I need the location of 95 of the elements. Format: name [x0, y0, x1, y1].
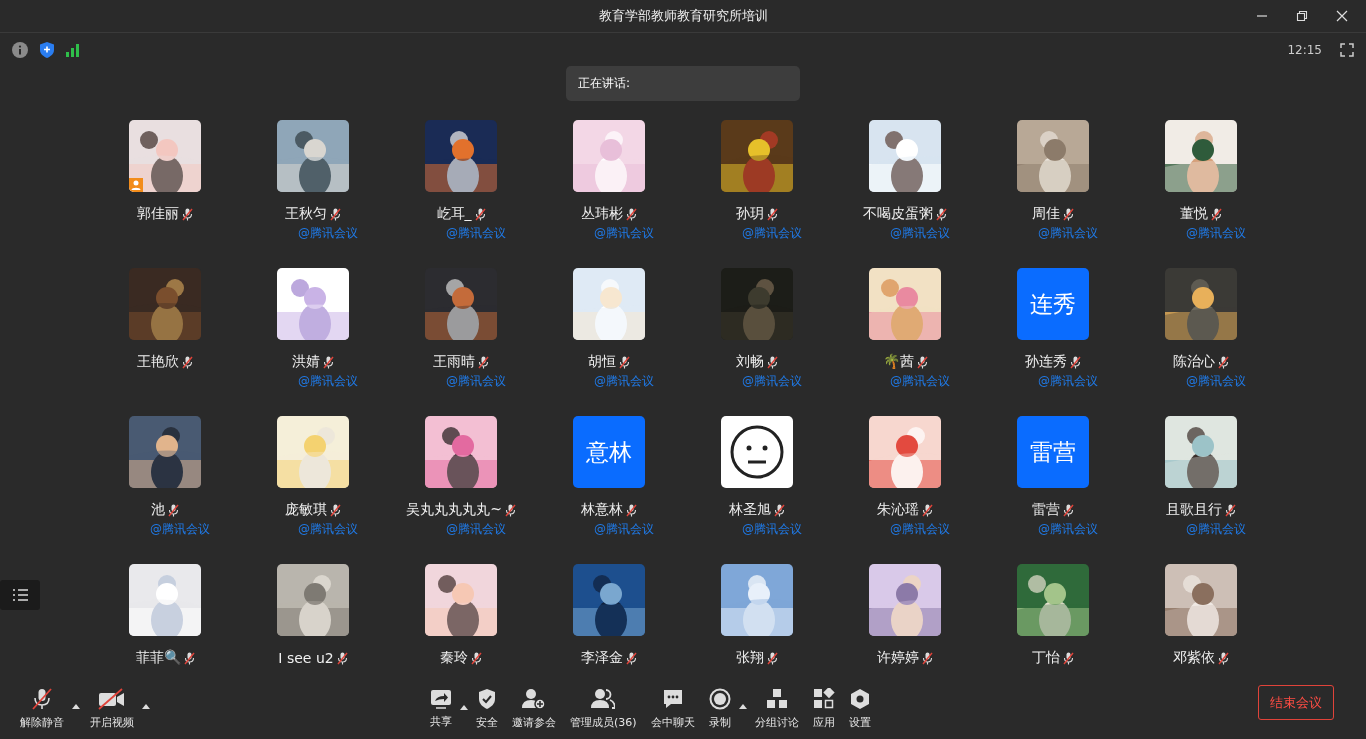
participant-name: 胡恒	[588, 353, 616, 371]
add-person-icon	[522, 687, 546, 710]
restore-icon[interactable]	[1296, 10, 1308, 22]
blocks-icon	[765, 687, 788, 710]
participant-name: 陈治心	[1173, 353, 1215, 371]
participant-name: 邓紫依	[1173, 649, 1215, 667]
speaking-label: 正在讲话:	[578, 75, 631, 92]
chat-icon	[661, 687, 684, 710]
toolbar-button[interactable]: 解除静音	[14, 687, 70, 730]
toolbar-button[interactable]: 开启视频	[84, 687, 140, 730]
list-icon[interactable]	[0, 580, 40, 610]
participant-source: @腾讯会议	[890, 225, 950, 242]
participant-name: I see u2	[278, 650, 334, 666]
participant-name: 刘畅	[736, 353, 764, 371]
participant-name: 郭佳丽	[137, 205, 179, 223]
info-icon[interactable]	[12, 42, 28, 58]
close-icon[interactable]	[1336, 10, 1348, 22]
participant-source: @腾讯会议	[742, 373, 802, 390]
end-meeting-button[interactable]: 结束会议	[1258, 685, 1334, 720]
toolbar-button[interactable]: 邀请参会	[506, 687, 562, 730]
window-title: 教育学部教师教育研究所培训	[598, 7, 768, 25]
participant-name: 林圣旭	[729, 501, 771, 519]
participant-name: 王秋匀	[285, 205, 327, 223]
clock-time: 12:15	[1287, 43, 1322, 57]
name-avatar: 意林	[573, 416, 645, 488]
shield-icon	[477, 687, 497, 710]
caret-icon[interactable]	[738, 703, 747, 709]
participant-name: 林意林	[581, 501, 623, 519]
participant-source: @腾讯会议	[298, 225, 358, 242]
toolbar-button[interactable]: 会中聊天	[644, 687, 701, 730]
signal-icon[interactable]	[66, 43, 80, 57]
participant-source: @腾讯会议	[446, 225, 506, 242]
participant-name: 庞敏琪	[285, 501, 327, 519]
participant-source: @腾讯会议	[150, 521, 210, 538]
participant-source: @腾讯会议	[1038, 225, 1098, 242]
name-avatar: 雷营	[1017, 416, 1089, 488]
mic-muted-icon	[31, 687, 53, 710]
shield-icon[interactable]	[40, 42, 54, 58]
participant-name: 朱沁瑶	[877, 501, 919, 519]
participant-name: 孙连秀	[1025, 353, 1067, 371]
participant-name: 且歌且行	[1166, 501, 1222, 519]
participant-source: @腾讯会议	[298, 373, 358, 390]
participant-name: 吴丸丸丸丸丸~	[406, 501, 502, 519]
toolbar-button[interactable]: 分组讨论	[748, 687, 805, 730]
caret-icon[interactable]	[460, 704, 468, 710]
participant-source: @腾讯会议	[890, 373, 950, 390]
participant-name: 丛玮彬	[581, 205, 623, 223]
participant-name: 不喝皮蛋粥	[863, 205, 933, 223]
participant-name: 屹耳_	[436, 205, 472, 223]
toolbar-button[interactable]: 应用	[806, 687, 841, 730]
participant-name: 王雨晴	[433, 353, 475, 371]
fullscreen-icon[interactable]	[1340, 43, 1354, 57]
participant-source: @腾讯会议	[594, 521, 654, 538]
settings-icon	[848, 687, 871, 710]
participant-name: 许婷婷	[877, 649, 919, 667]
participant-source: @腾讯会议	[1186, 373, 1246, 390]
participant-source: @腾讯会议	[594, 225, 654, 242]
participant-name: 周佳	[1032, 205, 1060, 223]
participant-source: @腾讯会议	[890, 521, 950, 538]
participant-source: @腾讯会议	[1038, 373, 1098, 390]
toolbar-button[interactable]: 安全	[470, 687, 504, 730]
toolbar-button[interactable]: 录制	[702, 687, 737, 730]
participant-name: 张翔	[736, 649, 764, 667]
participant-source: @腾讯会议	[742, 225, 802, 242]
participant-source: @腾讯会议	[594, 373, 654, 390]
participant-source: @腾讯会议	[1186, 225, 1246, 242]
toolbar-button[interactable]: 设置	[842, 687, 877, 730]
toolbar-button[interactable]: 管理成员(36)	[564, 687, 643, 730]
participant-source: @腾讯会议	[446, 521, 506, 538]
apps-icon	[812, 687, 835, 710]
people-icon	[591, 687, 616, 710]
participant-name: 雷营	[1032, 501, 1060, 519]
name-avatar: 连秀	[1017, 268, 1089, 340]
participant-name: 李泽金	[581, 649, 623, 667]
participant-name: 菲菲🔍	[135, 649, 181, 667]
participant-name: 池	[151, 501, 165, 519]
participant-source: @腾讯会议	[446, 373, 506, 390]
participant-source: @腾讯会议	[742, 521, 802, 538]
video-off-icon	[98, 687, 126, 710]
participant-name: 🌴茜	[882, 353, 914, 371]
face-avatar	[721, 416, 793, 488]
caret-icon[interactable]	[142, 703, 150, 709]
caret-icon[interactable]	[72, 703, 80, 709]
participant-name: 董悦	[1180, 205, 1208, 223]
participant-source: @腾讯会议	[1038, 521, 1098, 538]
participant-name: 孙玥	[736, 205, 764, 223]
record-icon	[708, 687, 731, 710]
participant-name: 王艳欣	[137, 353, 179, 371]
participant-name: 丁怡	[1032, 649, 1060, 667]
toolbar-button[interactable]: 共享	[424, 688, 458, 729]
participant-name: 秦玲	[440, 649, 468, 667]
share-icon	[430, 688, 452, 709]
participant-source: @腾讯会议	[298, 521, 358, 538]
participant-name: 洪婧	[292, 353, 320, 371]
participant-source: @腾讯会议	[1186, 521, 1246, 538]
